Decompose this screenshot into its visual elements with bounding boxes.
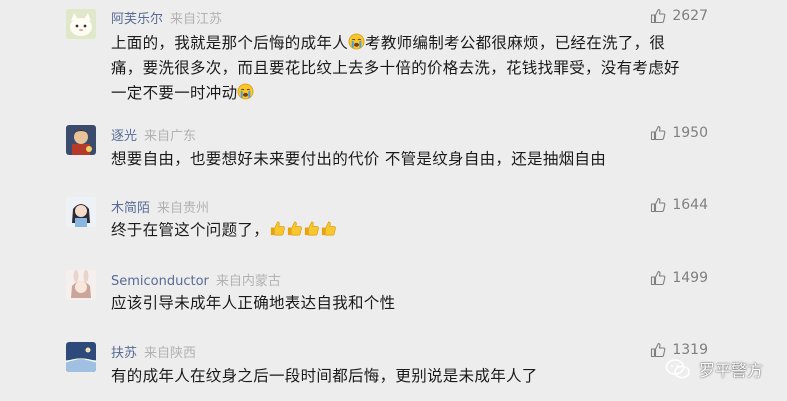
comment-meta: 木简陌 来自贵州 (111, 197, 209, 216)
username[interactable]: 逐光 (111, 129, 137, 144)
like-button[interactable]: 1499 (650, 270, 708, 286)
comment-meta: 逐光 来自广东 (111, 125, 196, 144)
like-count: 1644 (672, 197, 708, 213)
comment-meta: 扶苏 来自陕西 (111, 342, 196, 361)
thumb-up-icon (651, 126, 666, 141)
crying-face-emoji (237, 83, 254, 100)
bunny-girl-avatar-icon (66, 270, 96, 300)
avatar[interactable] (66, 125, 96, 155)
comment-line: 一定不要一时冲动 (111, 81, 711, 106)
like-button[interactable]: 2627 (650, 8, 708, 24)
thumbs-up-emoji (269, 220, 286, 237)
location: 来自江苏 (170, 12, 223, 27)
like-count: 1950 (672, 125, 708, 141)
comment-line: 痛，要洗很多次，而且要花比纹上去多十倍的价格去洗，花钱找罪受，没有考虑好 (111, 56, 711, 81)
comment-text: 想要自由，也要想好未来要付出的代价 不管是纹身自由，还是抽烟自由 (111, 150, 607, 168)
comment-text: 应该引导未成年人正确地表达自我和个性 (111, 294, 396, 312)
avatar[interactable] (66, 9, 96, 39)
comment-text-segment: 痛，要洗很多次，而且要花比纹上去多十倍的价格去洗，花钱找罪受，没有考虑好 (111, 59, 680, 77)
thumbs-up-emoji (286, 220, 303, 237)
thumb-up-icon (651, 271, 666, 286)
comment-meta: Semiconductor 来自内蒙古 (111, 270, 281, 289)
watermark: 罗平警方 (665, 357, 763, 381)
avatar[interactable] (66, 270, 96, 300)
location: 来自陕西 (144, 346, 197, 361)
cat-avatar-icon (66, 9, 96, 39)
wechat-official-account-icon (665, 359, 690, 379)
comment-text-segment: 考教师编制考公都很麻烦，已经在洗了，很 (365, 34, 666, 52)
thumbs-up-emoji (303, 220, 320, 237)
avatar[interactable] (66, 342, 96, 372)
location: 来自广东 (144, 129, 197, 144)
thumb-up-icon (651, 198, 666, 213)
crying-face-emoji (348, 33, 365, 50)
like-count: 2627 (672, 8, 708, 24)
thumb-up-icon (651, 9, 666, 24)
username[interactable]: 阿芙乐尔 (111, 12, 163, 27)
username[interactable]: Semiconductor (111, 274, 209, 289)
like-button[interactable]: 1319 (650, 342, 708, 358)
comment-line: 上面的，我就是那个后悔的成年人 考教师编制考公都很麻烦，已经在洗了，很 (111, 31, 711, 56)
location: 来自内蒙古 (215, 274, 281, 289)
thumbs-up-emoji (320, 220, 337, 237)
landscape-avatar-icon (66, 342, 96, 372)
avatar[interactable] (66, 197, 96, 227)
username[interactable]: 木简陌 (111, 201, 150, 216)
comment-text-segment: 一定不要一时冲动 (111, 84, 238, 102)
username[interactable]: 扶苏 (111, 346, 137, 361)
game-character-avatar-icon (66, 125, 96, 155)
comment-text: 终于在管这个问题了， (111, 218, 711, 243)
comment-text: 有的成年人在纹身之后一段时间都后悔，更别说是未成年人了 (111, 367, 538, 385)
comment-text-segment: 上面的，我就是那个后悔的成年人 (111, 34, 349, 52)
location: 来自贵州 (157, 201, 210, 216)
comment-meta: 阿芙乐尔 来自江苏 (111, 8, 222, 27)
comment-text-segment: 终于在管这个问题了， (111, 221, 270, 239)
watermark-text: 罗平警方 (698, 361, 763, 380)
like-count: 1319 (672, 342, 708, 358)
like-button[interactable]: 1950 (650, 125, 708, 141)
like-count: 1499 (672, 270, 708, 286)
anime-girl-avatar-icon (66, 197, 96, 227)
thumb-up-icon (651, 343, 666, 358)
like-button[interactable]: 1644 (650, 197, 708, 213)
comment-text: 上面的，我就是那个后悔的成年人 考教师编制考公都很麻烦，已经在洗了，很 痛，要洗很… (111, 31, 711, 106)
